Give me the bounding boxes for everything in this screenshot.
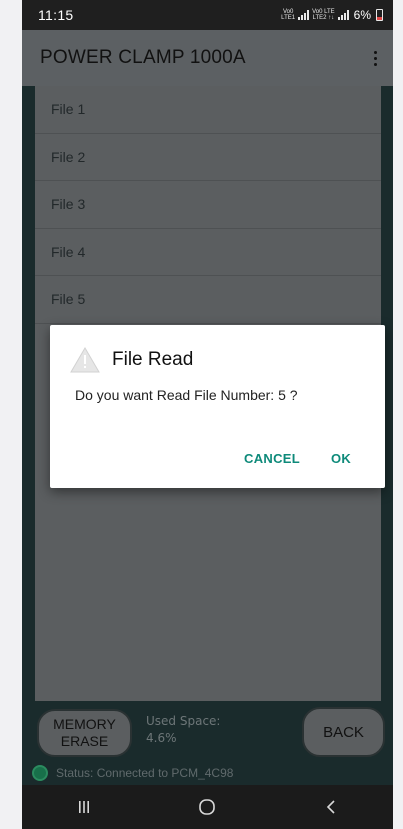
dialog-title: File Read bbox=[112, 349, 194, 370]
dialog-message: Do you want Read File Number: 5 ? bbox=[75, 387, 298, 403]
signal-1-icon bbox=[298, 10, 310, 20]
overflow-menu-icon[interactable] bbox=[370, 45, 381, 72]
signal-2-icon bbox=[337, 10, 349, 20]
navigation-bar bbox=[22, 785, 393, 829]
app-bar: POWER CLAMP 1000A bbox=[22, 30, 393, 86]
phone-screen: 11:15 Vo0 LTE1 Vo0 LTE LTE2 ↑↓ 6% POWER CL… bbox=[22, 0, 393, 829]
file-read-dialog: File Read Do you want Read File Number: … bbox=[50, 325, 385, 488]
cancel-button[interactable]: CANCEL bbox=[244, 451, 300, 466]
dialog-header: File Read bbox=[70, 347, 193, 373]
volte1-indicator: Vo0 LTE1 bbox=[281, 9, 296, 21]
status-time: 11:15 bbox=[38, 7, 74, 23]
status-bar: 11:15 Vo0 LTE1 Vo0 LTE LTE2 ↑↓ 6% bbox=[22, 0, 393, 30]
status-indicators: Vo0 LTE1 Vo0 LTE LTE2 ↑↓ 6% bbox=[281, 8, 383, 22]
battery-icon bbox=[376, 9, 383, 21]
app-title: POWER CLAMP 1000A bbox=[40, 47, 246, 68]
back-nav-icon[interactable] bbox=[311, 792, 351, 822]
ok-button[interactable]: OK bbox=[331, 451, 351, 466]
battery-percent: 6% bbox=[353, 8, 371, 22]
home-icon[interactable] bbox=[187, 792, 227, 822]
warning-icon bbox=[70, 347, 100, 373]
volte2-indicator: Vo0 LTE LTE2 ↑↓ bbox=[312, 9, 335, 21]
recent-apps-icon[interactable] bbox=[64, 792, 104, 822]
